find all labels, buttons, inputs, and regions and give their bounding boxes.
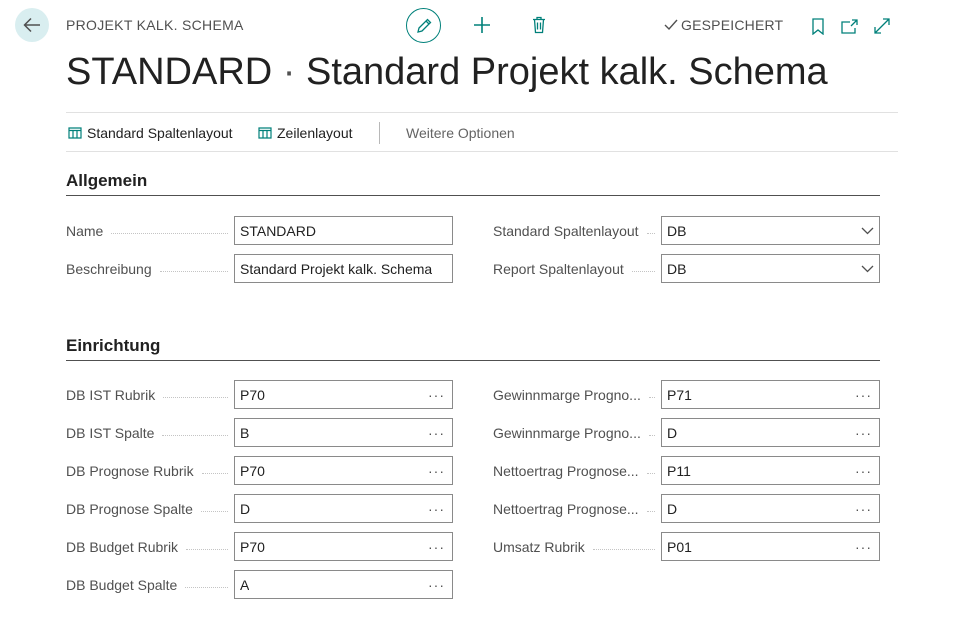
more-options-action[interactable]: Weitere Optionen: [406, 125, 515, 141]
chevron-down-icon: [861, 227, 874, 234]
open-new-window-button[interactable]: [840, 17, 858, 35]
pencil-icon: [416, 18, 431, 33]
expand-button[interactable]: [873, 17, 891, 35]
expand-icon: [874, 18, 890, 34]
lookup-ellipsis-icon[interactable]: ···: [855, 387, 872, 403]
lookup-ellipsis-icon[interactable]: ···: [428, 539, 445, 555]
page-title: STANDARD · Standard Projekt kalk. Schema: [66, 51, 828, 94]
field-label-nettoertrag-prognose-rubrik: Nettoertrag Prognose...: [493, 462, 661, 480]
gewinnmarge-prognose-rubrik-field[interactable]: P71 ···: [661, 380, 880, 409]
arrow-left-icon: [23, 17, 40, 33]
saved-status-label: GESPEICHERT: [681, 17, 784, 33]
gewinnmarge-prognose-spalte-field[interactable]: D ···: [661, 418, 880, 447]
db-budget-spalte-field[interactable]: A ···: [234, 570, 453, 599]
field-label-standard-column-layout: Standard Spaltenlayout: [493, 222, 661, 240]
field-label-db-ist-rubrik: DB IST Rubrik: [66, 386, 234, 404]
db-ist-rubrik-field[interactable]: P70 ···: [234, 380, 453, 409]
new-button[interactable]: [472, 15, 492, 35]
standard-column-layout-action[interactable]: Standard Spaltenlayout: [68, 125, 233, 141]
field-label-db-ist-spalte: DB IST Spalte: [66, 424, 234, 442]
description-field[interactable]: Standard Projekt kalk. Schema: [234, 254, 453, 283]
nettoertrag-prognose-spalte-field[interactable]: D ···: [661, 494, 880, 523]
table-columns-icon: [68, 127, 82, 139]
trash-icon: [533, 16, 545, 34]
db-ist-spalte-field[interactable]: B ···: [234, 418, 453, 447]
section-general-title[interactable]: Allgemein: [66, 171, 880, 196]
lookup-ellipsis-icon[interactable]: ···: [428, 387, 445, 403]
page-title-separator: ·: [282, 51, 296, 93]
field-label-db-budget-rubrik: DB Budget Rubrik: [66, 538, 234, 556]
lookup-ellipsis-icon[interactable]: ···: [428, 577, 445, 593]
plus-icon: [474, 17, 490, 33]
lookup-ellipsis-icon[interactable]: ···: [428, 425, 445, 441]
field-label-db-prognose-spalte: DB Prognose Spalte: [66, 500, 234, 518]
bookmark-icon: [812, 17, 824, 35]
section-setup-title[interactable]: Einrichtung: [66, 336, 880, 361]
chevron-down-icon: [861, 265, 874, 272]
page-title-code: STANDARD: [66, 51, 273, 93]
action-divider: [379, 122, 380, 144]
open-in-new-window-icon: [840, 18, 858, 34]
field-label-db-prognose-rubrik: DB Prognose Rubrik: [66, 462, 234, 480]
field-label-report-column-layout: Report Spaltenlayout: [493, 260, 661, 278]
action-bar: Standard Spaltenlayout Zeilenlayout Weit…: [66, 112, 898, 152]
db-prognose-rubrik-field[interactable]: P70 ···: [234, 456, 453, 485]
edit-button[interactable]: [406, 8, 441, 43]
lookup-ellipsis-icon[interactable]: ···: [855, 539, 872, 555]
lookup-ellipsis-icon[interactable]: ···: [855, 425, 872, 441]
standard-column-layout-label: Standard Spaltenlayout: [87, 125, 233, 141]
name-field[interactable]: STANDARD: [234, 216, 453, 245]
lookup-ellipsis-icon[interactable]: ···: [428, 501, 445, 517]
bookmark-button[interactable]: [810, 17, 826, 35]
more-options-label: Weitere Optionen: [406, 125, 515, 141]
table-columns-icon: [258, 127, 272, 139]
row-layout-label: Zeilenlayout: [277, 125, 353, 141]
saved-status: GESPEICHERT: [664, 17, 783, 33]
lookup-ellipsis-icon[interactable]: ···: [855, 501, 872, 517]
page-title-description: Standard Projekt kalk. Schema: [305, 51, 828, 93]
db-budget-rubrik-field[interactable]: P70 ···: [234, 532, 453, 561]
page-caption: PROJEKT KALK. SCHEMA: [66, 17, 244, 33]
lookup-ellipsis-icon[interactable]: ···: [855, 463, 872, 479]
db-prognose-spalte-field[interactable]: D ···: [234, 494, 453, 523]
report-column-layout-select[interactable]: DB: [661, 254, 880, 283]
back-button[interactable]: [15, 8, 49, 42]
field-label-nettoertrag-prognose-spalte: Nettoertrag Prognose...: [493, 500, 661, 518]
field-label-umsatz-rubrik: Umsatz Rubrik: [493, 538, 661, 556]
umsatz-rubrik-field[interactable]: P01 ···: [661, 532, 880, 561]
nettoertrag-prognose-rubrik-field[interactable]: P11 ···: [661, 456, 880, 485]
field-label-gewinnmarge-prognose-rubrik: Gewinnmarge Progno...: [493, 386, 661, 404]
field-label-name: Name: [66, 222, 234, 240]
checkmark-icon: [664, 19, 678, 31]
standard-column-layout-select[interactable]: DB: [661, 216, 880, 245]
row-layout-action[interactable]: Zeilenlayout: [258, 125, 353, 141]
field-label-gewinnmarge-prognose-spalte: Gewinnmarge Progno...: [493, 424, 661, 442]
field-label-description: Beschreibung: [66, 260, 234, 278]
delete-button[interactable]: [530, 15, 548, 35]
lookup-ellipsis-icon[interactable]: ···: [428, 463, 445, 479]
field-label-db-budget-spalte: DB Budget Spalte: [66, 576, 234, 594]
